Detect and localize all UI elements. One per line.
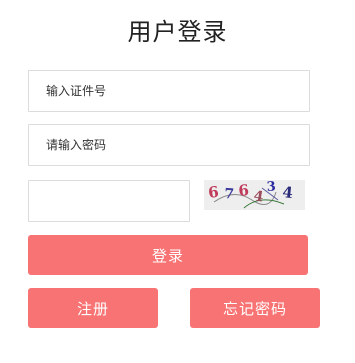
account-input[interactable] — [29, 71, 309, 111]
captcha-character: 6 — [238, 181, 250, 200]
captcha-field[interactable] — [28, 180, 190, 222]
register-button[interactable]: 注册 — [28, 288, 158, 328]
captcha-character: 7 — [224, 186, 235, 203]
login-button[interactable]: 登录 — [28, 235, 308, 275]
captcha-character: 4 — [282, 183, 294, 202]
forgot-password-button[interactable]: 忘记密码 — [190, 288, 320, 328]
page-title: 用户登录 — [127, 18, 228, 46]
captcha-input[interactable] — [29, 181, 189, 221]
captcha-svg: 6 7 6 43 4 — [204, 180, 305, 210]
captcha-character: 3 — [266, 180, 276, 195]
password-field[interactable] — [28, 124, 310, 166]
password-input[interactable] — [29, 125, 309, 165]
account-field[interactable] — [28, 70, 310, 112]
captcha-image[interactable]: 676434 — [204, 180, 305, 210]
